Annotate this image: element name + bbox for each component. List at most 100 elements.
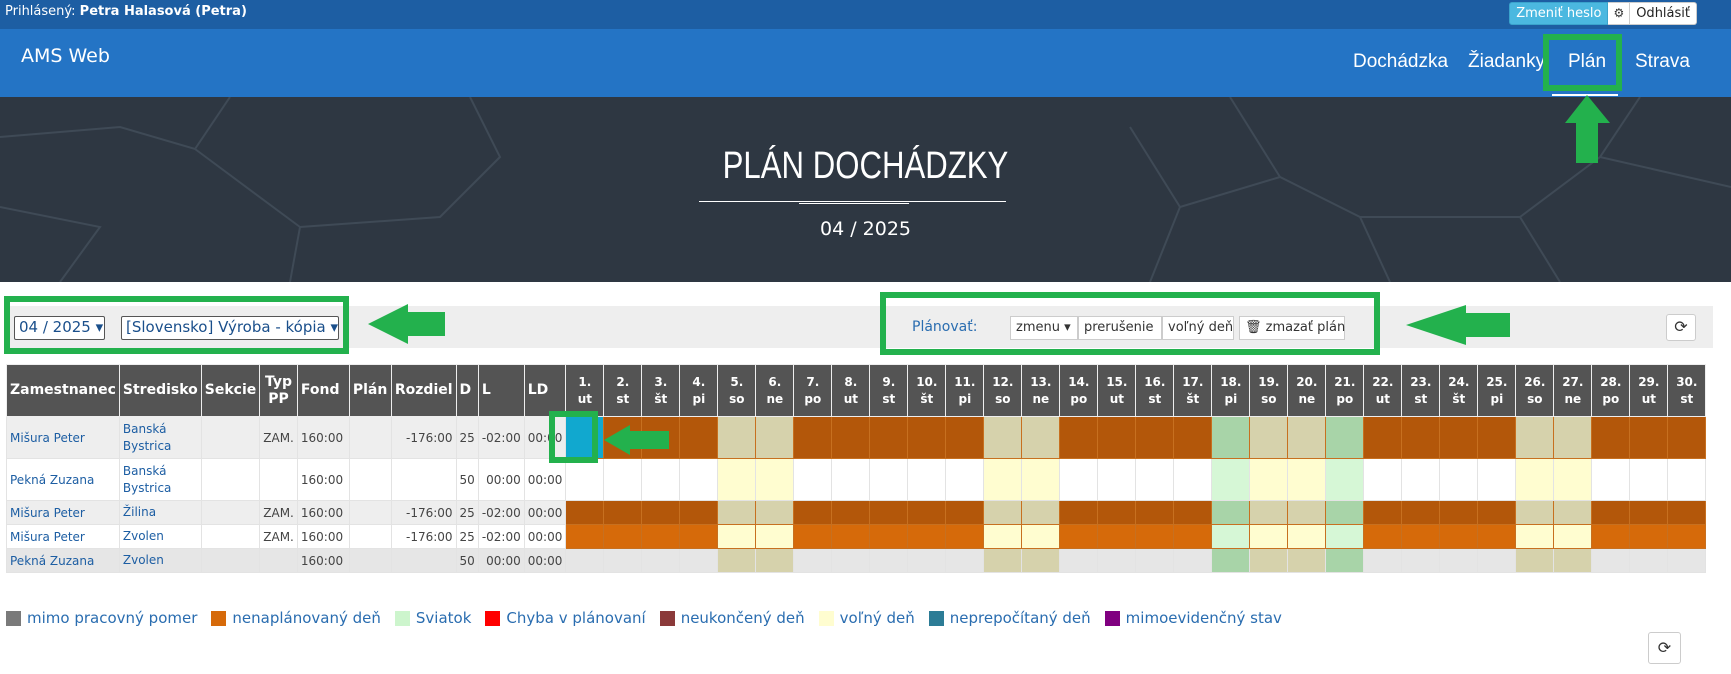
day-cell[interactable]	[1097, 548, 1137, 573]
day-cell[interactable]	[1667, 524, 1707, 549]
day-cell[interactable]	[565, 524, 605, 549]
day-cell[interactable]	[869, 458, 909, 501]
day-cell[interactable]	[1021, 458, 1061, 501]
day-cell[interactable]	[1591, 416, 1631, 459]
day-cell[interactable]	[679, 458, 719, 501]
day-header[interactable]: 20. ne	[1287, 364, 1327, 417]
brand[interactable]: AMS Web	[21, 45, 110, 67]
day-cell[interactable]	[831, 458, 871, 501]
day-header[interactable]: 11. pi	[945, 364, 985, 417]
day-cell[interactable]	[1477, 416, 1517, 459]
day-cell[interactable]	[1515, 416, 1555, 459]
day-cell[interactable]	[679, 416, 719, 459]
day-cell[interactable]	[1629, 524, 1669, 549]
day-header[interactable]: 6. ne	[755, 364, 795, 417]
day-cell[interactable]	[1287, 548, 1327, 573]
day-cell[interactable]	[1363, 416, 1403, 459]
day-cell[interactable]	[1477, 500, 1517, 525]
day-cell[interactable]	[793, 458, 833, 501]
day-cell[interactable]	[1553, 548, 1593, 573]
day-cell[interactable]	[1515, 548, 1555, 573]
nav-item-requests[interactable]: Žiadanky	[1468, 51, 1545, 73]
day-cell[interactable]	[1021, 416, 1061, 459]
gear-icon[interactable]: ⚙	[1608, 2, 1631, 25]
day-cell[interactable]	[1173, 524, 1213, 549]
day-header[interactable]: 27. ne	[1553, 364, 1593, 417]
day-cell[interactable]	[1401, 548, 1441, 573]
day-cell[interactable]	[983, 458, 1023, 501]
day-cell[interactable]	[1287, 524, 1327, 549]
day-header[interactable]: 14. po	[1059, 364, 1099, 417]
day-cell[interactable]	[983, 548, 1023, 573]
day-cell[interactable]	[907, 548, 947, 573]
day-cell[interactable]	[1363, 524, 1403, 549]
day-cell[interactable]	[1325, 500, 1365, 525]
day-cell[interactable]	[1287, 416, 1327, 459]
day-cell[interactable]	[1553, 500, 1593, 525]
day-cell[interactable]	[565, 548, 605, 573]
day-cell[interactable]	[755, 500, 795, 525]
day-header[interactable]: 28. po	[1591, 364, 1631, 417]
day-cell[interactable]	[1629, 548, 1669, 573]
day-cell[interactable]	[1097, 416, 1137, 459]
day-cell[interactable]	[1173, 458, 1213, 501]
day-cell[interactable]	[1059, 524, 1099, 549]
day-cell[interactable]	[1287, 500, 1327, 525]
day-cell[interactable]	[945, 524, 985, 549]
day-cell[interactable]	[983, 416, 1023, 459]
day-cell[interactable]	[1553, 458, 1593, 501]
day-header[interactable]: 2. st	[603, 364, 643, 417]
day-cell[interactable]	[1211, 416, 1251, 459]
day-cell[interactable]	[1515, 500, 1555, 525]
day-cell[interactable]	[869, 548, 909, 573]
day-cell[interactable]	[1249, 548, 1289, 573]
day-cell[interactable]	[679, 548, 719, 573]
day-cell[interactable]	[945, 458, 985, 501]
day-cell[interactable]	[907, 500, 947, 525]
day-cell[interactable]	[679, 500, 719, 525]
day-cell[interactable]	[831, 500, 871, 525]
day-header[interactable]: 30. st	[1667, 364, 1707, 417]
day-cell[interactable]	[1591, 458, 1631, 501]
day-header[interactable]: 7. po	[793, 364, 833, 417]
day-cell[interactable]	[717, 500, 757, 525]
day-cell[interactable]	[907, 458, 947, 501]
day-cell[interactable]	[1135, 500, 1175, 525]
day-header[interactable]: 17. št	[1173, 364, 1213, 417]
day-cell[interactable]	[1021, 500, 1061, 525]
day-header[interactable]: 26. so	[1515, 364, 1555, 417]
day-cell[interactable]	[1591, 500, 1631, 525]
day-cell[interactable]	[755, 416, 795, 459]
day-header[interactable]: 24. št	[1439, 364, 1479, 417]
day-cell[interactable]	[1667, 500, 1707, 525]
day-cell[interactable]	[869, 416, 909, 459]
day-cell[interactable]	[717, 548, 757, 573]
day-cell[interactable]	[1591, 548, 1631, 573]
day-header[interactable]: 10. št	[907, 364, 947, 417]
day-cell[interactable]	[603, 500, 643, 525]
day-cell[interactable]	[641, 500, 681, 525]
day-cell[interactable]	[1135, 548, 1175, 573]
day-cell[interactable]	[1173, 548, 1213, 573]
day-cell[interactable]	[1553, 524, 1593, 549]
day-cell[interactable]	[1667, 458, 1707, 501]
day-cell[interactable]	[945, 416, 985, 459]
day-cell[interactable]	[945, 500, 985, 525]
day-header[interactable]: 8. ut	[831, 364, 871, 417]
day-cell[interactable]	[1629, 458, 1669, 501]
day-cell[interactable]	[869, 500, 909, 525]
day-cell[interactable]	[641, 524, 681, 549]
day-cell[interactable]	[1211, 458, 1251, 501]
day-cell[interactable]	[641, 548, 681, 573]
day-cell[interactable]	[1629, 416, 1669, 459]
day-cell[interactable]	[641, 458, 681, 501]
day-cell[interactable]	[603, 548, 643, 573]
logout-button[interactable]: Odhlásiť	[1630, 2, 1697, 25]
cell-center[interactable]: Zvolen	[118, 524, 202, 549]
day-cell[interactable]	[755, 524, 795, 549]
day-cell[interactable]	[1059, 458, 1099, 501]
day-header[interactable]: 15. ut	[1097, 364, 1137, 417]
day-cell[interactable]	[1021, 548, 1061, 573]
day-cell[interactable]	[1135, 458, 1175, 501]
day-cell[interactable]	[1097, 500, 1137, 525]
